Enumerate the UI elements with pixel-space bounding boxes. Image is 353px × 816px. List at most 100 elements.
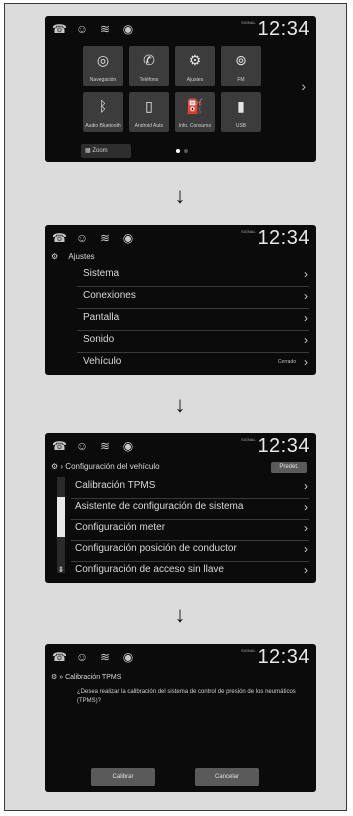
- list-item[interactable]: Configuración posición de conductor ›: [45, 540, 316, 561]
- speaker-icon: ◉: [122, 439, 134, 453]
- page-dot-active: [176, 149, 180, 153]
- person-icon: ☺: [75, 231, 89, 245]
- radio-icon: ⊚: [235, 52, 247, 68]
- hands-free-phone-icon[interactable]: ☎: [52, 20, 67, 38]
- list-item-label: Configuración de acceso sin llave: [75, 564, 224, 575]
- chevron-right-icon[interactable]: ›: [301, 78, 306, 94]
- tile-label: Navegación: [89, 77, 117, 83]
- chevron-right-icon: ›: [304, 289, 308, 303]
- settings-header-icon: ⚙: [51, 462, 59, 471]
- screen-home: ☎ ☺ ≋ ◉ SIGNAL 12:34 ◎ Navegación ✆ Telé…: [45, 16, 316, 162]
- settings-header-icon: ⚙: [51, 252, 59, 261]
- person-icon: ☺: [75, 22, 89, 36]
- list-item-label: Sonido: [83, 334, 115, 345]
- tile-label: Android Auto: [134, 123, 164, 129]
- list-item-label: Sistema: [83, 268, 120, 279]
- tile-phone[interactable]: ✆ Teléfono: [129, 46, 169, 86]
- phone-device-icon: ▯: [145, 98, 153, 114]
- clock: 12:34: [257, 435, 310, 457]
- list-item-label: Calibración TPMS: [75, 480, 156, 491]
- tile-phone-device[interactable]: ▯ Android Auto: [129, 92, 169, 132]
- chevron-right-icon: ›: [304, 311, 308, 325]
- signal-icon: ≋: [99, 439, 111, 453]
- signal-icon: ≋: [99, 650, 111, 664]
- list-item-label: Vehículo: [83, 356, 122, 367]
- zoom-button[interactable]: ▦ Zoom: [81, 144, 131, 158]
- down-arrow-icon: ↓: [174, 602, 186, 627]
- tile-fuel-info[interactable]: ⛽ Info. Consumo: [175, 92, 215, 132]
- status-bar: ☎ ☺ ≋ ◉ SIGNAL 12:34: [45, 644, 316, 672]
- header: ⚙ Ajustes: [51, 252, 95, 261]
- list-item[interactable]: Configuración meter ›: [45, 519, 316, 540]
- chevron-right-icon: ›: [304, 500, 308, 514]
- tile-usb[interactable]: ▮ USB: [221, 92, 261, 132]
- tile-label: Audio Bluetooth: [85, 123, 121, 129]
- list-item[interactable]: Sistema ›: [45, 265, 316, 286]
- signal-label: SIGNAL: [241, 20, 256, 25]
- settings-header-icon: ⚙: [51, 674, 58, 681]
- chevron-right-icon: ›: [304, 563, 308, 577]
- page-dot: [184, 149, 188, 153]
- list-item-label: Configuración posición de conductor: [75, 543, 237, 554]
- chevron-right-icon: ›: [304, 355, 308, 369]
- page-title: Configuración del vehículo: [65, 462, 160, 471]
- cancel-button[interactable]: Cancelar: [195, 768, 259, 786]
- tile-label: Teléfono: [139, 77, 159, 83]
- tile-navigation[interactable]: ◎ Navegación: [83, 46, 123, 86]
- status-bar: ☎ ☺ ≋ ◉ SIGNAL 12:34: [45, 16, 316, 44]
- screen-settings: ☎ ☺ ≋ ◉ SIGNAL 12:34 ⚙ Ajustes Sistema ›…: [45, 225, 316, 375]
- clock: 12:34: [257, 18, 310, 40]
- person-icon: ☺: [75, 439, 89, 453]
- list-item[interactable]: Vehículo Cerrado ›: [45, 353, 316, 374]
- chevron-right-icon: ›: [304, 479, 308, 493]
- page-title: Calibración TPMS: [65, 674, 122, 681]
- status-bar: ☎ ☺ ≋ ◉ SIGNAL 12:34: [45, 433, 316, 461]
- phone-icon: ✆: [143, 52, 155, 68]
- dialog-message: ¿Desea realizar la calibración del siste…: [77, 689, 296, 704]
- list-item-value: Cerrado: [277, 359, 296, 365]
- list-item[interactable]: Pantalla ›: [45, 309, 316, 330]
- list-item-label: Asistente de configuración de sistema: [75, 501, 244, 512]
- signal-label: SIGNAL: [241, 648, 256, 653]
- header: ⚙ » Calibración TPMS: [51, 673, 121, 681]
- usb-icon: ▮: [237, 98, 245, 114]
- tile-label: Info. Consumo: [178, 123, 212, 129]
- hands-free-phone-icon[interactable]: ☎: [52, 437, 67, 455]
- hands-free-phone-icon[interactable]: ☎: [52, 229, 67, 247]
- list-item[interactable]: Calibración TPMS ›: [45, 477, 316, 498]
- bluetooth-icon: ᛒ: [98, 98, 108, 114]
- signal-label: SIGNAL: [241, 437, 256, 442]
- list-item[interactable]: Configuración de acceso sin llave ›: [45, 561, 316, 582]
- screen-vehicle-settings: ☎ ☺ ≋ ◉ SIGNAL 12:34 ⚙ › Configuración d…: [45, 433, 316, 583]
- down-arrow-icon: ↓: [174, 183, 186, 208]
- tile-settings[interactable]: ⚙ Ajustes: [175, 46, 215, 86]
- speaker-icon: ◉: [122, 231, 134, 245]
- calibrate-button[interactable]: Calibrar: [91, 768, 155, 786]
- page-title: Ajustes: [68, 252, 95, 261]
- hands-free-phone-icon[interactable]: ☎: [52, 648, 67, 666]
- tile-label: USB: [235, 123, 247, 129]
- tile-label: Ajustes: [186, 77, 204, 83]
- list-item-label: Conexiones: [83, 290, 136, 301]
- list-item[interactable]: Conexiones ›: [45, 287, 316, 308]
- down-arrow-icon: ↓: [174, 392, 186, 417]
- navigation-icon: ◎: [96, 52, 110, 68]
- settings-icon: ⚙: [188, 52, 202, 68]
- default-button[interactable]: Predet.: [271, 462, 307, 473]
- chevron-right-icon: ›: [304, 521, 308, 535]
- list-item[interactable]: Asistente de configuración de sistema ›: [45, 498, 316, 519]
- list-item-label: Pantalla: [83, 312, 120, 323]
- chevron-right-icon: ›: [304, 267, 308, 281]
- tile-label: FM: [237, 77, 245, 83]
- status-bar: ☎ ☺ ≋ ◉ SIGNAL 12:34: [45, 225, 316, 253]
- tile-bluetooth-audio[interactable]: ᛒ Audio Bluetooth: [83, 92, 123, 132]
- signal-label: SIGNAL: [241, 229, 256, 234]
- clock: 12:34: [257, 227, 310, 249]
- list-item[interactable]: Sonido ›: [45, 331, 316, 352]
- fuel-icon: ⛽: [186, 98, 204, 114]
- signal-icon: ≋: [99, 231, 111, 245]
- zoom-label: Zoom: [92, 148, 108, 154]
- person-icon: ☺: [75, 650, 89, 664]
- tile-radio[interactable]: ⊚ FM: [221, 46, 261, 86]
- chevron-right-icon: ›: [304, 542, 308, 556]
